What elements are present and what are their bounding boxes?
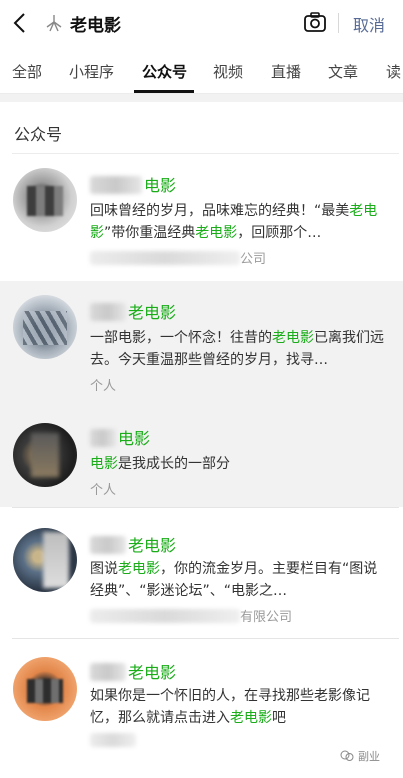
account-name: 老电影 bbox=[90, 659, 176, 683]
camera-icon[interactable] bbox=[303, 11, 327, 33]
account-owner bbox=[90, 733, 136, 749]
wechat-icon bbox=[340, 750, 354, 761]
account-name: 电影 bbox=[90, 425, 150, 449]
account-type: 个人 bbox=[90, 379, 117, 394]
watermark-text: 副业 bbox=[358, 750, 380, 763]
result-item[interactable]: 电影 电影是我成长的一部分 个人 bbox=[0, 407, 403, 507]
tab-official-accounts[interactable]: 公众号 bbox=[142, 61, 187, 82]
account-description: 电影是我成长的一部分 bbox=[90, 456, 230, 472]
avatar bbox=[13, 168, 77, 232]
back-arrow-icon[interactable] bbox=[10, 11, 32, 35]
category-tabs: 全部 小程序 公众号 视频 直播 文章 读 bbox=[0, 46, 403, 94]
avatar bbox=[13, 423, 77, 487]
account-description: 图说老电影，你的流金岁月。主要栏目有“图说经典”、“影迷论坛”、“电影之… bbox=[90, 561, 378, 599]
account-name: 老电影 bbox=[90, 299, 176, 323]
search-query[interactable]: 老电影 bbox=[70, 11, 121, 36]
account-owner: 公司 bbox=[90, 248, 266, 267]
avatar bbox=[13, 528, 77, 592]
result-item[interactable]: 老电影 一部电影，一个怀念！往昔的老电影已离我们远去。今天重温那些曾经的岁月，找… bbox=[0, 281, 403, 407]
tab-all[interactable]: 全部 bbox=[12, 61, 42, 82]
account-owner: 有限公司 bbox=[90, 606, 292, 625]
avatar bbox=[13, 657, 77, 721]
account-name: 电影 bbox=[90, 172, 176, 196]
tab-miniprogram[interactable]: 小程序 bbox=[69, 61, 114, 82]
avatar bbox=[13, 295, 77, 359]
tab-live[interactable]: 直播 bbox=[271, 61, 301, 82]
header-divider bbox=[338, 13, 339, 33]
watermark: 副业 bbox=[340, 748, 380, 764]
tab-articles[interactable]: 文章 bbox=[328, 61, 358, 82]
tab-video[interactable]: 视频 bbox=[213, 61, 243, 82]
account-description: 一部电影，一个怀念！往昔的老电影已离我们远去。今天重温那些曾经的岁月，找寻… bbox=[90, 330, 384, 368]
tab-read[interactable]: 读 bbox=[386, 61, 401, 82]
search-header: 老电影 取消 bbox=[0, 0, 403, 46]
account-type: 个人 bbox=[90, 483, 117, 498]
account-description: 如果你是一个怀旧的人，在寻找那些老影像记忆，那么就请点击进入老电影吧 bbox=[90, 688, 370, 726]
cancel-button[interactable]: 取消 bbox=[353, 12, 385, 36]
miniprogram-icon bbox=[46, 15, 62, 32]
result-item[interactable]: 老电影 图说老电影，你的流金岁月。主要栏目有“图说经典”、“影迷论坛”、“电影之… bbox=[0, 508, 403, 638]
account-name: 老电影 bbox=[90, 532, 176, 556]
account-description: 回味曾经的岁月，品味难忘的经典！“最美老电影”带你重温经典老电影，回顾那个… bbox=[90, 203, 378, 241]
section-gap bbox=[0, 94, 403, 102]
active-tab-indicator bbox=[134, 90, 194, 93]
section-title: 公众号 bbox=[14, 125, 63, 144]
result-item[interactable]: 电影 回味曾经的岁月，品味难忘的经典！“最美老电影”带你重温经典老电影，回顾那个… bbox=[0, 154, 403, 280]
